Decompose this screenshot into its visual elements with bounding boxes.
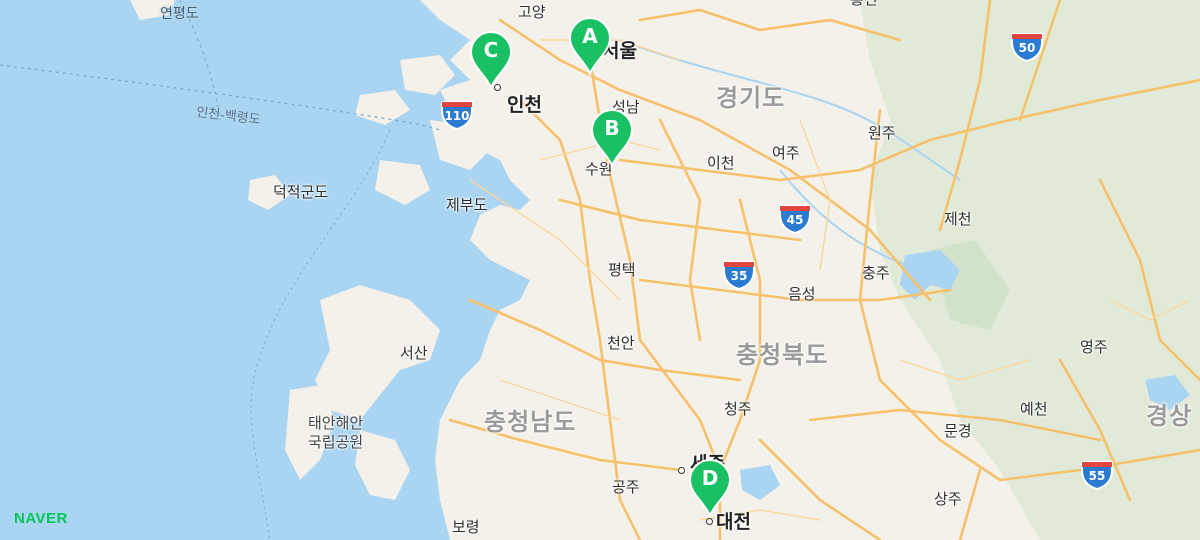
place-label: 영주	[1080, 338, 1108, 356]
marker-label: B	[604, 116, 620, 140]
highway-shield-label: 55	[1088, 469, 1106, 483]
highway-shield-45: 45	[778, 200, 812, 235]
region-label: 충청북도	[736, 341, 829, 369]
place-label: 청주	[724, 400, 752, 418]
place-label: 음성	[788, 285, 816, 303]
place-label: 천안	[607, 334, 635, 352]
place-label: 보령	[452, 518, 480, 536]
region-label: 경상	[1146, 402, 1193, 430]
place-label: 제천	[944, 210, 972, 228]
city-dot	[678, 467, 685, 474]
highway-shield-label: 35	[730, 269, 748, 283]
place-label: 평택	[608, 261, 636, 279]
region-label: 충청남도	[484, 408, 577, 436]
highway-shield-50: 50	[1010, 28, 1044, 63]
place-label: 원주	[868, 124, 896, 142]
marker-a[interactable]: A	[566, 14, 614, 78]
place-label: 여주	[772, 144, 800, 162]
marker-d[interactable]: D	[686, 456, 734, 520]
place-label: 연평도	[160, 6, 199, 22]
map-canvas[interactable]: 50 110 45 35 55 연평도 고양 서울 인천-백령도 인천 성남 경…	[0, 0, 1200, 540]
marker-b[interactable]: B	[588, 106, 636, 170]
place-label: 제부도	[446, 196, 488, 214]
region-label: 경기도	[716, 84, 786, 112]
place-label: 문경	[944, 422, 972, 440]
place-label: 서산	[400, 344, 428, 362]
marker-label: D	[701, 466, 719, 490]
place-label: 덕적군도	[273, 183, 329, 201]
marker-c[interactable]: C	[467, 28, 515, 92]
marker-label: C	[483, 38, 499, 62]
place-label: 상주	[934, 490, 962, 508]
highway-shield-label: 45	[786, 213, 804, 227]
highway-shield-55: 55	[1080, 456, 1114, 491]
highway-shield-label: 110	[444, 109, 470, 123]
marker-label: A	[582, 24, 598, 48]
highway-shield-110: 110	[440, 96, 474, 131]
place-label: 공주	[612, 478, 640, 496]
place-label: 고양	[518, 3, 546, 21]
park-label: 태안해안 국립공원	[308, 414, 364, 451]
place-label: 이천	[707, 154, 735, 172]
highway-shield-label: 50	[1018, 41, 1036, 55]
map-base-layer	[0, 0, 1200, 540]
place-label: 홍천	[850, 0, 878, 7]
city-dot	[706, 518, 713, 525]
highway-shield-35: 35	[722, 256, 756, 291]
place-label: 충주	[862, 264, 890, 282]
place-label: 예천	[1020, 400, 1048, 418]
naver-logo[interactable]: NAVER	[14, 510, 68, 527]
place-label: 인천	[507, 94, 542, 116]
